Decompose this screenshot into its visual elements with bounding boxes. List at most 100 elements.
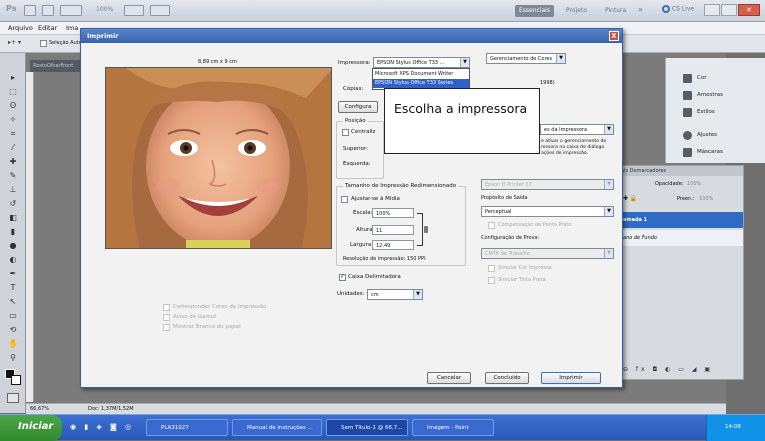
path-select-tool-icon[interactable]: ↖	[8, 297, 18, 307]
fit-media-checkbox[interactable]	[341, 196, 348, 203]
restore-button[interactable]	[721, 4, 737, 16]
black-point-checkbox[interactable]	[488, 222, 495, 229]
print-button[interactable]: Imprimir	[541, 372, 601, 384]
healing-tool-icon[interactable]: ✚	[8, 157, 18, 167]
rendering-intent-label: Propósito de Saída	[481, 195, 528, 201]
fill-value[interactable]: 100%	[699, 196, 713, 202]
eyedropper-tool-icon[interactable]: ⁄	[8, 143, 18, 153]
width-input[interactable]: 12,49	[372, 240, 414, 250]
simulate-paper-checkbox[interactable]	[488, 277, 495, 284]
cs-live[interactable]: CS Live	[658, 3, 698, 15]
gamut-warning-label: Aviso de Gamut	[173, 314, 217, 320]
paper-white-checkbox[interactable]	[163, 324, 170, 331]
arrange-icon[interactable]	[124, 5, 144, 16]
brush-tool-icon[interactable]: ✎	[8, 171, 18, 181]
dodge-tool-icon[interactable]: ◐	[8, 255, 18, 265]
opacity-value[interactable]: 100%	[687, 181, 701, 187]
proof-setup-select[interactable]: CMYK de Trabalho ▼	[481, 248, 614, 259]
3d-rotate-tool-icon[interactable]: ⟲	[8, 325, 18, 335]
printer-option-epson[interactable]: EPSON Stylus Office T33 Series	[373, 79, 469, 88]
workspace-pintura[interactable]: Pintura	[601, 5, 630, 17]
scale-input[interactable]: 100%	[372, 208, 414, 218]
menu-imagem[interactable]: Ima	[66, 24, 78, 32]
taskbar-item-manual[interactable]: Manual de instruções ...	[232, 419, 322, 436]
zoom-tool-icon[interactable]: ⚲	[8, 353, 18, 363]
windows-taskbar: Iniciar ◉ ▮ ◈ ◙ ◎ PLA31027 Manual de ins…	[0, 414, 765, 441]
panel-adjustments[interactable]: Ajustes	[683, 127, 763, 143]
move-tool-icon[interactable]: ▸	[8, 73, 18, 83]
chevron-down-icon: ▼	[556, 54, 565, 63]
printer-option-xps[interactable]: Microsoft XPS Document Writer	[373, 70, 469, 79]
minimize-button[interactable]	[704, 4, 720, 16]
eraser-tool-icon[interactable]: ◧	[8, 213, 18, 223]
zoom-level[interactable]: 66,67%	[30, 406, 49, 412]
printer-profile-select[interactable]: Epson D Printer 07 ▼	[481, 179, 614, 190]
zoom-select[interactable]: 100%	[96, 6, 113, 13]
quick-launch-icons[interactable]: ◉ ▮ ◈ ◙ ◎	[70, 423, 134, 431]
cancel-button[interactable]: Cancelar	[427, 372, 471, 384]
hand-tool-icon[interactable]: ✋	[8, 339, 18, 349]
auto-select-checkbox[interactable]	[40, 40, 47, 47]
history-brush-tool-icon[interactable]: ↺	[8, 199, 18, 209]
bridge-icon[interactable]	[24, 5, 36, 16]
app-close-button[interactable]: ✕	[738, 4, 760, 16]
quick-mask-icon[interactable]	[7, 393, 19, 403]
taskbar-item-paint[interactable]: Imagem - Paint	[412, 419, 494, 436]
screen-mode-icon[interactable]	[150, 5, 170, 16]
panel-styles[interactable]: Estilos	[683, 104, 763, 120]
clock[interactable]: 14:08	[725, 424, 741, 430]
marquee-tool-icon[interactable]: ⬚	[8, 87, 18, 97]
mini-bridge-icon[interactable]	[42, 5, 54, 16]
simulate-paper-label: Simular Tinta Preta	[498, 277, 546, 283]
panel-swatches[interactable]: Amostras	[683, 87, 763, 103]
simulate-ink-checkbox[interactable]	[488, 265, 495, 272]
quick-select-tool-icon[interactable]: ✧	[8, 115, 18, 125]
page-setup-button[interactable]: Configura	[338, 101, 378, 113]
gradient-tool-icon[interactable]: ▮	[8, 227, 18, 237]
lasso-tool-icon[interactable]: ʘ	[8, 101, 18, 111]
color-management-select[interactable]: Gerenciamento de Cores ▼	[486, 53, 566, 64]
layer-row-selected[interactable]: amada 1	[617, 212, 743, 228]
move-tool-preset-icon[interactable]: ▸+ ▾	[8, 39, 34, 49]
vertical-ruler	[26, 72, 34, 402]
layers-panel-tabs[interactable]: ais Demarcadores	[617, 166, 743, 176]
menu-editar[interactable]: Editar	[38, 24, 57, 32]
pen-tool-icon[interactable]: ✒	[8, 269, 18, 279]
menu-arquivo[interactable]: Arquivo	[8, 24, 33, 32]
layer-row-background[interactable]: ano de Fundo	[617, 230, 743, 246]
doc-size[interactable]: Doc: 1,37M/1,52M	[88, 406, 134, 412]
layer-actions-icons[interactable]: ⊖ fx ◘ ◐ ▭ ◢ ▣	[623, 366, 713, 373]
center-image-checkbox[interactable]	[342, 129, 349, 136]
taskbar-item-pla[interactable]: PLA31027	[146, 419, 228, 436]
workspace-essenciais[interactable]: Essenciais	[515, 5, 554, 17]
panel-color[interactable]: Cor	[683, 70, 763, 86]
bounding-box-checkbox[interactable]	[339, 273, 346, 281]
units-select[interactable]: cm ▼	[367, 289, 423, 300]
chain-link-icon[interactable]	[424, 226, 428, 233]
blur-tool-icon[interactable]: ●	[8, 241, 18, 251]
gamut-warning-checkbox[interactable]	[163, 314, 170, 321]
rendering-intent-select[interactable]: Perceptual ▼	[481, 206, 614, 217]
type-tool-icon[interactable]: T	[8, 283, 18, 293]
lock-icon[interactable]: ✚ 🔒	[623, 195, 637, 202]
tools-panel: ▸ ⬚ ʘ ✧ ⌗ ⁄ ✚ ✎ ⊥ ↺ ◧ ▮ ● ◐ ✒ T ↖ ▭ ⟲ ✋ …	[0, 53, 26, 413]
stamp-tool-icon[interactable]: ⊥	[8, 185, 18, 195]
crop-tool-icon[interactable]: ⌗	[8, 129, 18, 139]
taskbar-item-photoshop[interactable]: Sem Título-1 @ 66,7...	[326, 419, 408, 436]
match-colors-checkbox[interactable]	[163, 304, 170, 311]
print-dialog: Imprimir X 8,89 cm x 9 cm Impressora: EP…	[80, 28, 623, 388]
dialog-title: Imprimir	[87, 32, 119, 40]
height-input[interactable]: 11	[372, 225, 414, 235]
shape-tool-icon[interactable]: ▭	[8, 311, 18, 321]
more-workspaces[interactable]: »	[634, 3, 647, 15]
done-button[interactable]: Concluído	[485, 372, 529, 384]
background-color-swatch[interactable]	[11, 375, 21, 385]
center-image-label: Centraliz	[351, 129, 376, 135]
color-handling-select[interactable]: es da Impressora ▼	[540, 124, 614, 135]
workspace-projeto[interactable]: Projeto	[562, 5, 591, 17]
start-button[interactable]: Iniciar	[0, 415, 62, 441]
dialog-close-button[interactable]: X	[609, 31, 619, 41]
view-extras-icon[interactable]	[60, 5, 82, 16]
printer-select[interactable]: EPSON Stylus Office T33 ... ▼	[373, 57, 470, 68]
panel-masks[interactable]: Máscaras	[683, 144, 763, 160]
